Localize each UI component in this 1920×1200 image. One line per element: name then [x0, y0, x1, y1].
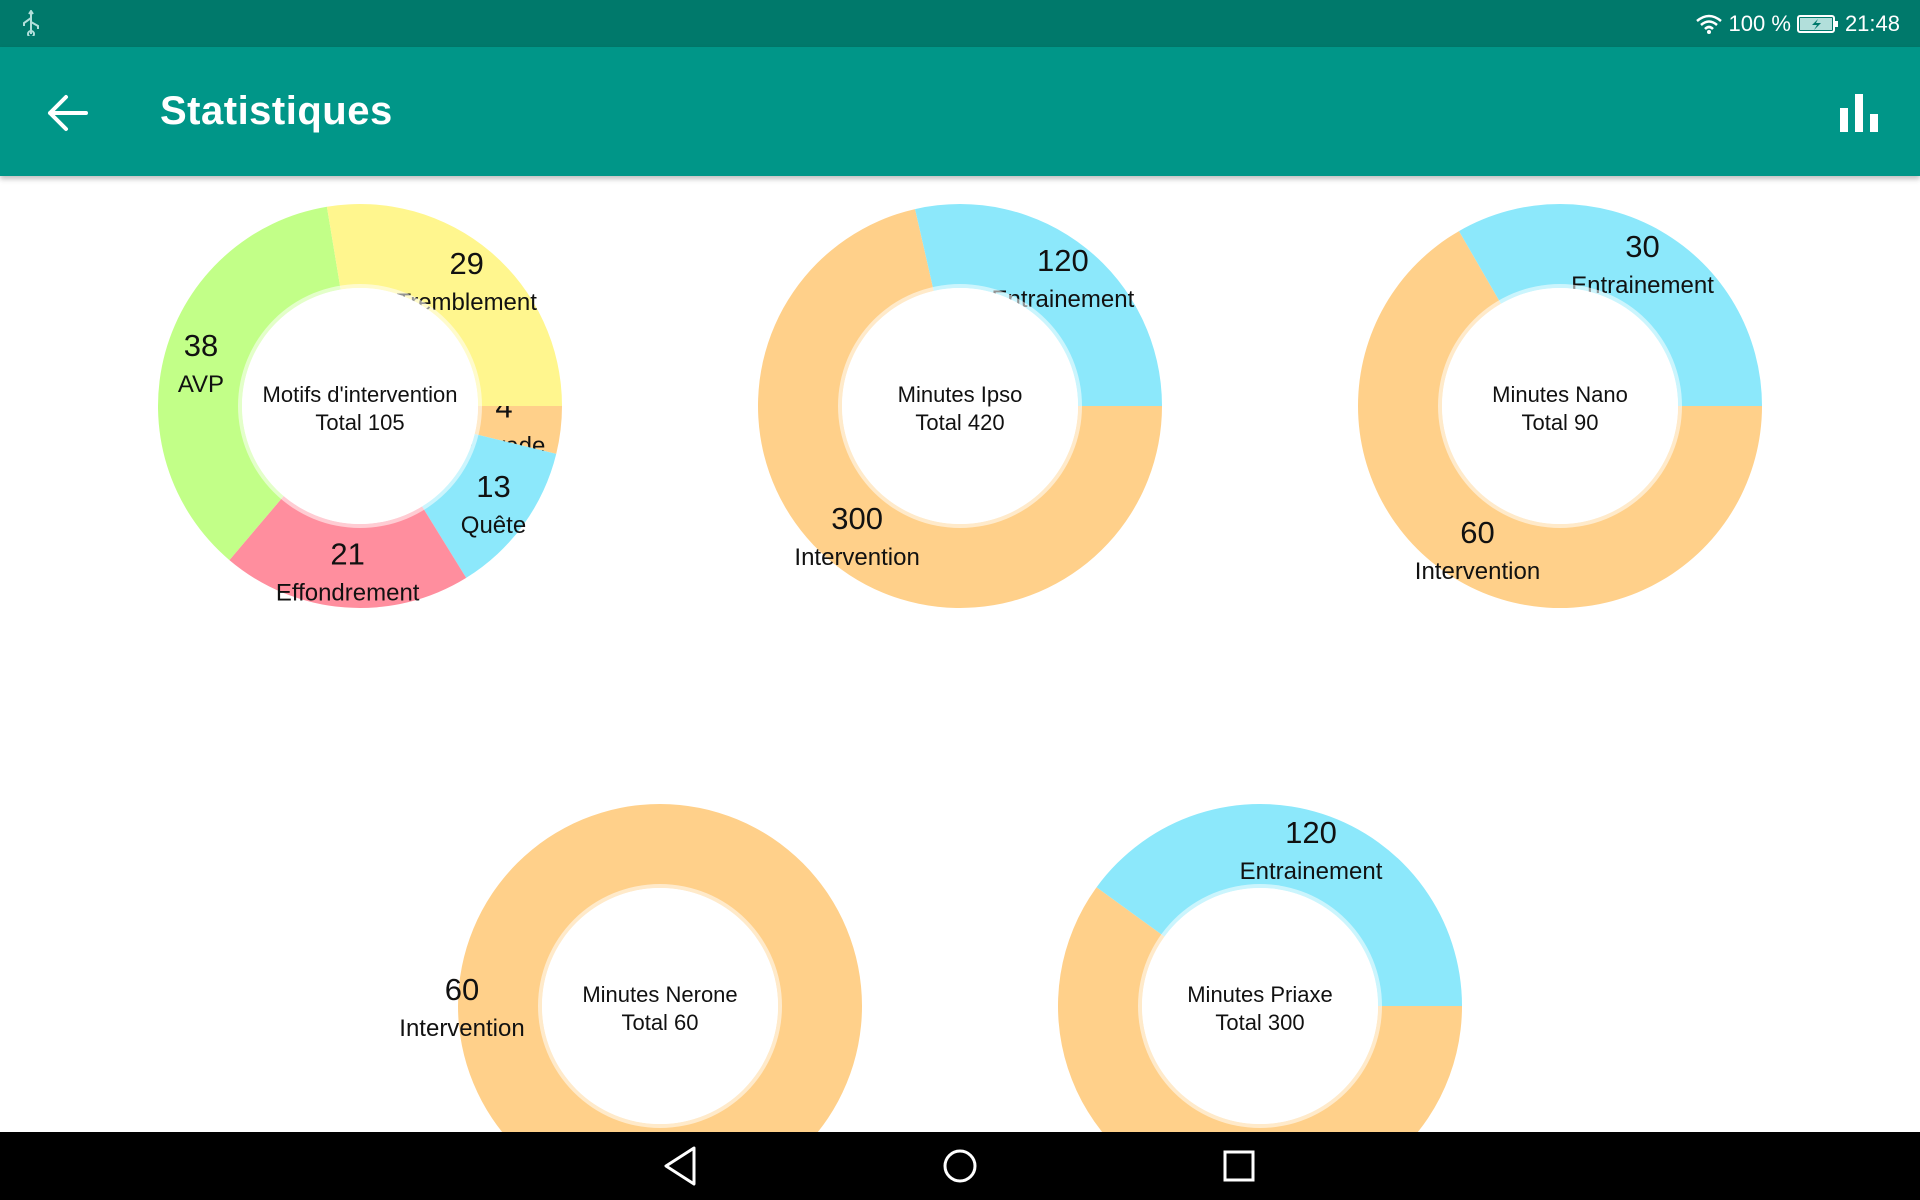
slice-value-avp: 38: [184, 328, 218, 363]
chart-center-total: Total 300: [1215, 1010, 1304, 1035]
bar-chart-icon[interactable]: [1838, 92, 1880, 134]
donut-chart-minutes-nerone: 60 Intervention Minutes Nerone Total 60: [399, 804, 862, 1132]
statistics-content: 4Noyade13Quête21Effondrement38AVP29Tremb…: [0, 176, 1920, 1132]
chart-center-title: Minutes Ipso: [898, 382, 1023, 407]
slice-label-intervention: Intervention: [399, 1015, 524, 1042]
nav-back-icon[interactable]: [654, 1140, 706, 1192]
chart-center-title: Minutes Nano: [1492, 382, 1628, 407]
donut-chart-minutes-nano: 60Intervention30EntrainementMinutes Nano…: [1358, 203, 1762, 608]
slice-label-quete: Quête: [461, 512, 526, 539]
slice-label-intervention: Intervention: [1415, 558, 1540, 585]
slice-label-effondrement: Effondrement: [276, 580, 420, 607]
slice-value-entrainement: 120: [1037, 243, 1089, 278]
slice-label-avp: AVP: [178, 371, 224, 398]
battery-percent: 100 %: [1728, 10, 1791, 36]
slice-value-entrainement: 30: [1625, 229, 1659, 264]
slice-value-intervention: 60: [1460, 515, 1494, 550]
page-title: Statistiques: [160, 89, 393, 133]
battery-charging-icon: [1796, 14, 1838, 33]
navigation-bar: [0, 1132, 1920, 1200]
slice-value-tremblement: 29: [449, 246, 483, 281]
chart-center-total: Total 420: [915, 410, 1004, 435]
status-right-group: 100 % 21:48: [1695, 0, 1900, 47]
slice-value-quete: 13: [476, 469, 510, 504]
slice-label-intervention: Intervention: [794, 544, 919, 571]
donut-chart-minutes-priaxe: 180Intervention120EntrainementMinutes Pr…: [1058, 804, 1462, 1132]
status-bar: 100 % 21:48: [0, 0, 1920, 47]
charts-area: 4Noyade13Quête21Effondrement38AVP29Tremb…: [157, 203, 1762, 1132]
chart-center-total: Total 60: [621, 1010, 698, 1035]
nav-home-icon[interactable]: [934, 1140, 986, 1192]
wifi-icon: [1695, 14, 1722, 34]
back-arrow-icon[interactable]: [42, 91, 94, 135]
slice-value-entrainement: 120: [1285, 815, 1337, 850]
chart-center-title: Motifs d'intervention: [263, 382, 458, 407]
app-bar: Statistiques: [0, 47, 1920, 176]
slice-value-intervention: 60: [445, 972, 479, 1007]
slice-value-intervention: 300: [831, 501, 883, 536]
slice-value-effondrement: 21: [330, 537, 364, 572]
nav-recents-icon[interactable]: [1213, 1140, 1265, 1192]
status-time: 21:48: [1844, 10, 1900, 36]
usb-icon: [23, 10, 39, 36]
chart-center-total: Total 105: [315, 410, 404, 435]
slice-label-entrainement: Entrainement: [1240, 858, 1383, 885]
donut-chart-motifs-d-intervention: 4Noyade13Quête21Effondrement38AVP29Tremb…: [157, 204, 562, 608]
donut-chart-minutes-ipso: 300Intervention120EntrainementMinutes Ip…: [758, 204, 1162, 608]
chart-center-title: Minutes Priaxe: [1187, 982, 1333, 1007]
chart-center-title: Minutes Nerone: [582, 982, 737, 1007]
chart-center-total: Total 90: [1521, 410, 1598, 435]
